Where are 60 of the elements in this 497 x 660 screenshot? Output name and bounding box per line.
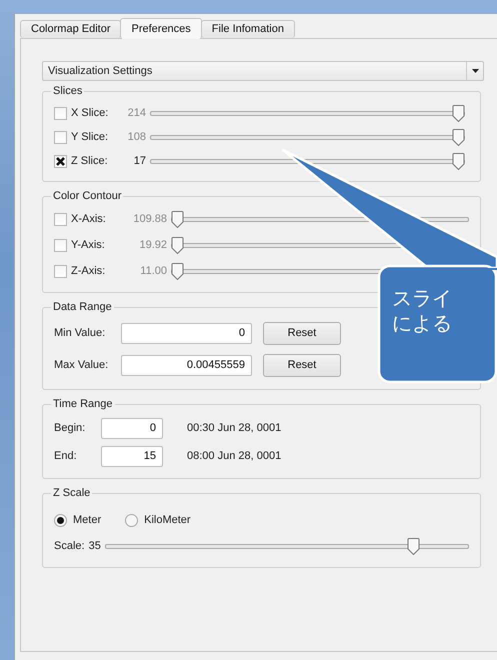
value-field[interactable]: 0.00455559 <box>121 354 252 376</box>
slider-label: Y-Axis: <box>71 239 106 251</box>
slider-thumb[interactable] <box>452 128 465 146</box>
slider-thumb[interactable] <box>171 210 184 228</box>
slider-thumb[interactable] <box>171 262 184 280</box>
slider-label: Z Slice: <box>71 155 109 167</box>
field-label: End: <box>54 450 78 462</box>
slider-thumb[interactable] <box>406 538 420 554</box>
field-label: Min Value: <box>54 327 106 339</box>
slider-value: 214 <box>126 107 146 119</box>
radio-button[interactable] <box>54 514 67 526</box>
slider-value: 11.00 <box>139 265 167 277</box>
field-label: Max Value: <box>54 359 110 371</box>
slider-label: X-Axis: <box>71 213 107 225</box>
checkbox[interactable] <box>54 212 67 226</box>
slider-track[interactable] <box>150 104 465 122</box>
tab[interactable]: File Infomation <box>200 20 295 38</box>
tab[interactable]: Preferences <box>120 18 202 39</box>
radio-label[interactable]: KiloMeter <box>144 514 191 526</box>
group-title: Slices <box>52 85 84 97</box>
checkbox[interactable] <box>54 264 67 278</box>
slider-thumb[interactable] <box>452 104 465 122</box>
slider-track[interactable] <box>104 538 469 554</box>
value-field[interactable]: 0 <box>121 322 252 344</box>
slider-track[interactable] <box>150 128 465 146</box>
tab[interactable]: Colormap Editor <box>20 20 122 38</box>
slider-value: 17 <box>132 155 146 167</box>
radio-label[interactable]: Meter <box>73 514 102 526</box>
slider-track[interactable] <box>171 210 469 228</box>
slider-track[interactable] <box>150 152 465 170</box>
callout-text: スライ <box>392 286 452 310</box>
time-step-field[interactable]: 15 <box>101 446 163 466</box>
checkbox[interactable] <box>54 238 67 252</box>
slider-thumb[interactable] <box>452 152 465 170</box>
callout-text: による <box>392 311 452 335</box>
reset-button[interactable]: Reset <box>263 322 341 344</box>
slider-label: Y Slice: <box>71 131 110 143</box>
slider-thumb[interactable] <box>171 236 184 254</box>
dropdown[interactable]: Visualization Settings <box>42 61 484 81</box>
dropdown-arrow-icon <box>472 69 478 73</box>
reset-button[interactable]: Reset <box>263 354 341 376</box>
group-title: Time Range <box>52 398 114 410</box>
checkbox[interactable] <box>54 130 67 144</box>
time-text: 00:30 Jun 28, 0001 <box>187 422 282 434</box>
scale-value: 35 <box>88 540 101 552</box>
radio-button[interactable] <box>125 514 138 526</box>
scale-label: Scale: <box>54 540 85 552</box>
group-title: Color Contour <box>52 190 122 202</box>
group-title: Data Range <box>52 301 113 313</box>
group-title: Z Scale <box>52 487 92 499</box>
slider-label: Z-Axis: <box>71 265 106 277</box>
checkbox[interactable] <box>54 106 67 120</box>
slider-value: 109.88 <box>132 213 167 225</box>
time-text: 08:00 Jun 28, 0001 <box>187 450 282 462</box>
slider-value: 108 <box>126 131 146 143</box>
slider-value: 19.92 <box>138 239 167 251</box>
checkbox[interactable] <box>54 154 67 168</box>
slider-label: X Slice: <box>71 107 110 119</box>
field-label: Begin: <box>54 422 86 434</box>
time-step-field[interactable]: 0 <box>101 418 163 438</box>
